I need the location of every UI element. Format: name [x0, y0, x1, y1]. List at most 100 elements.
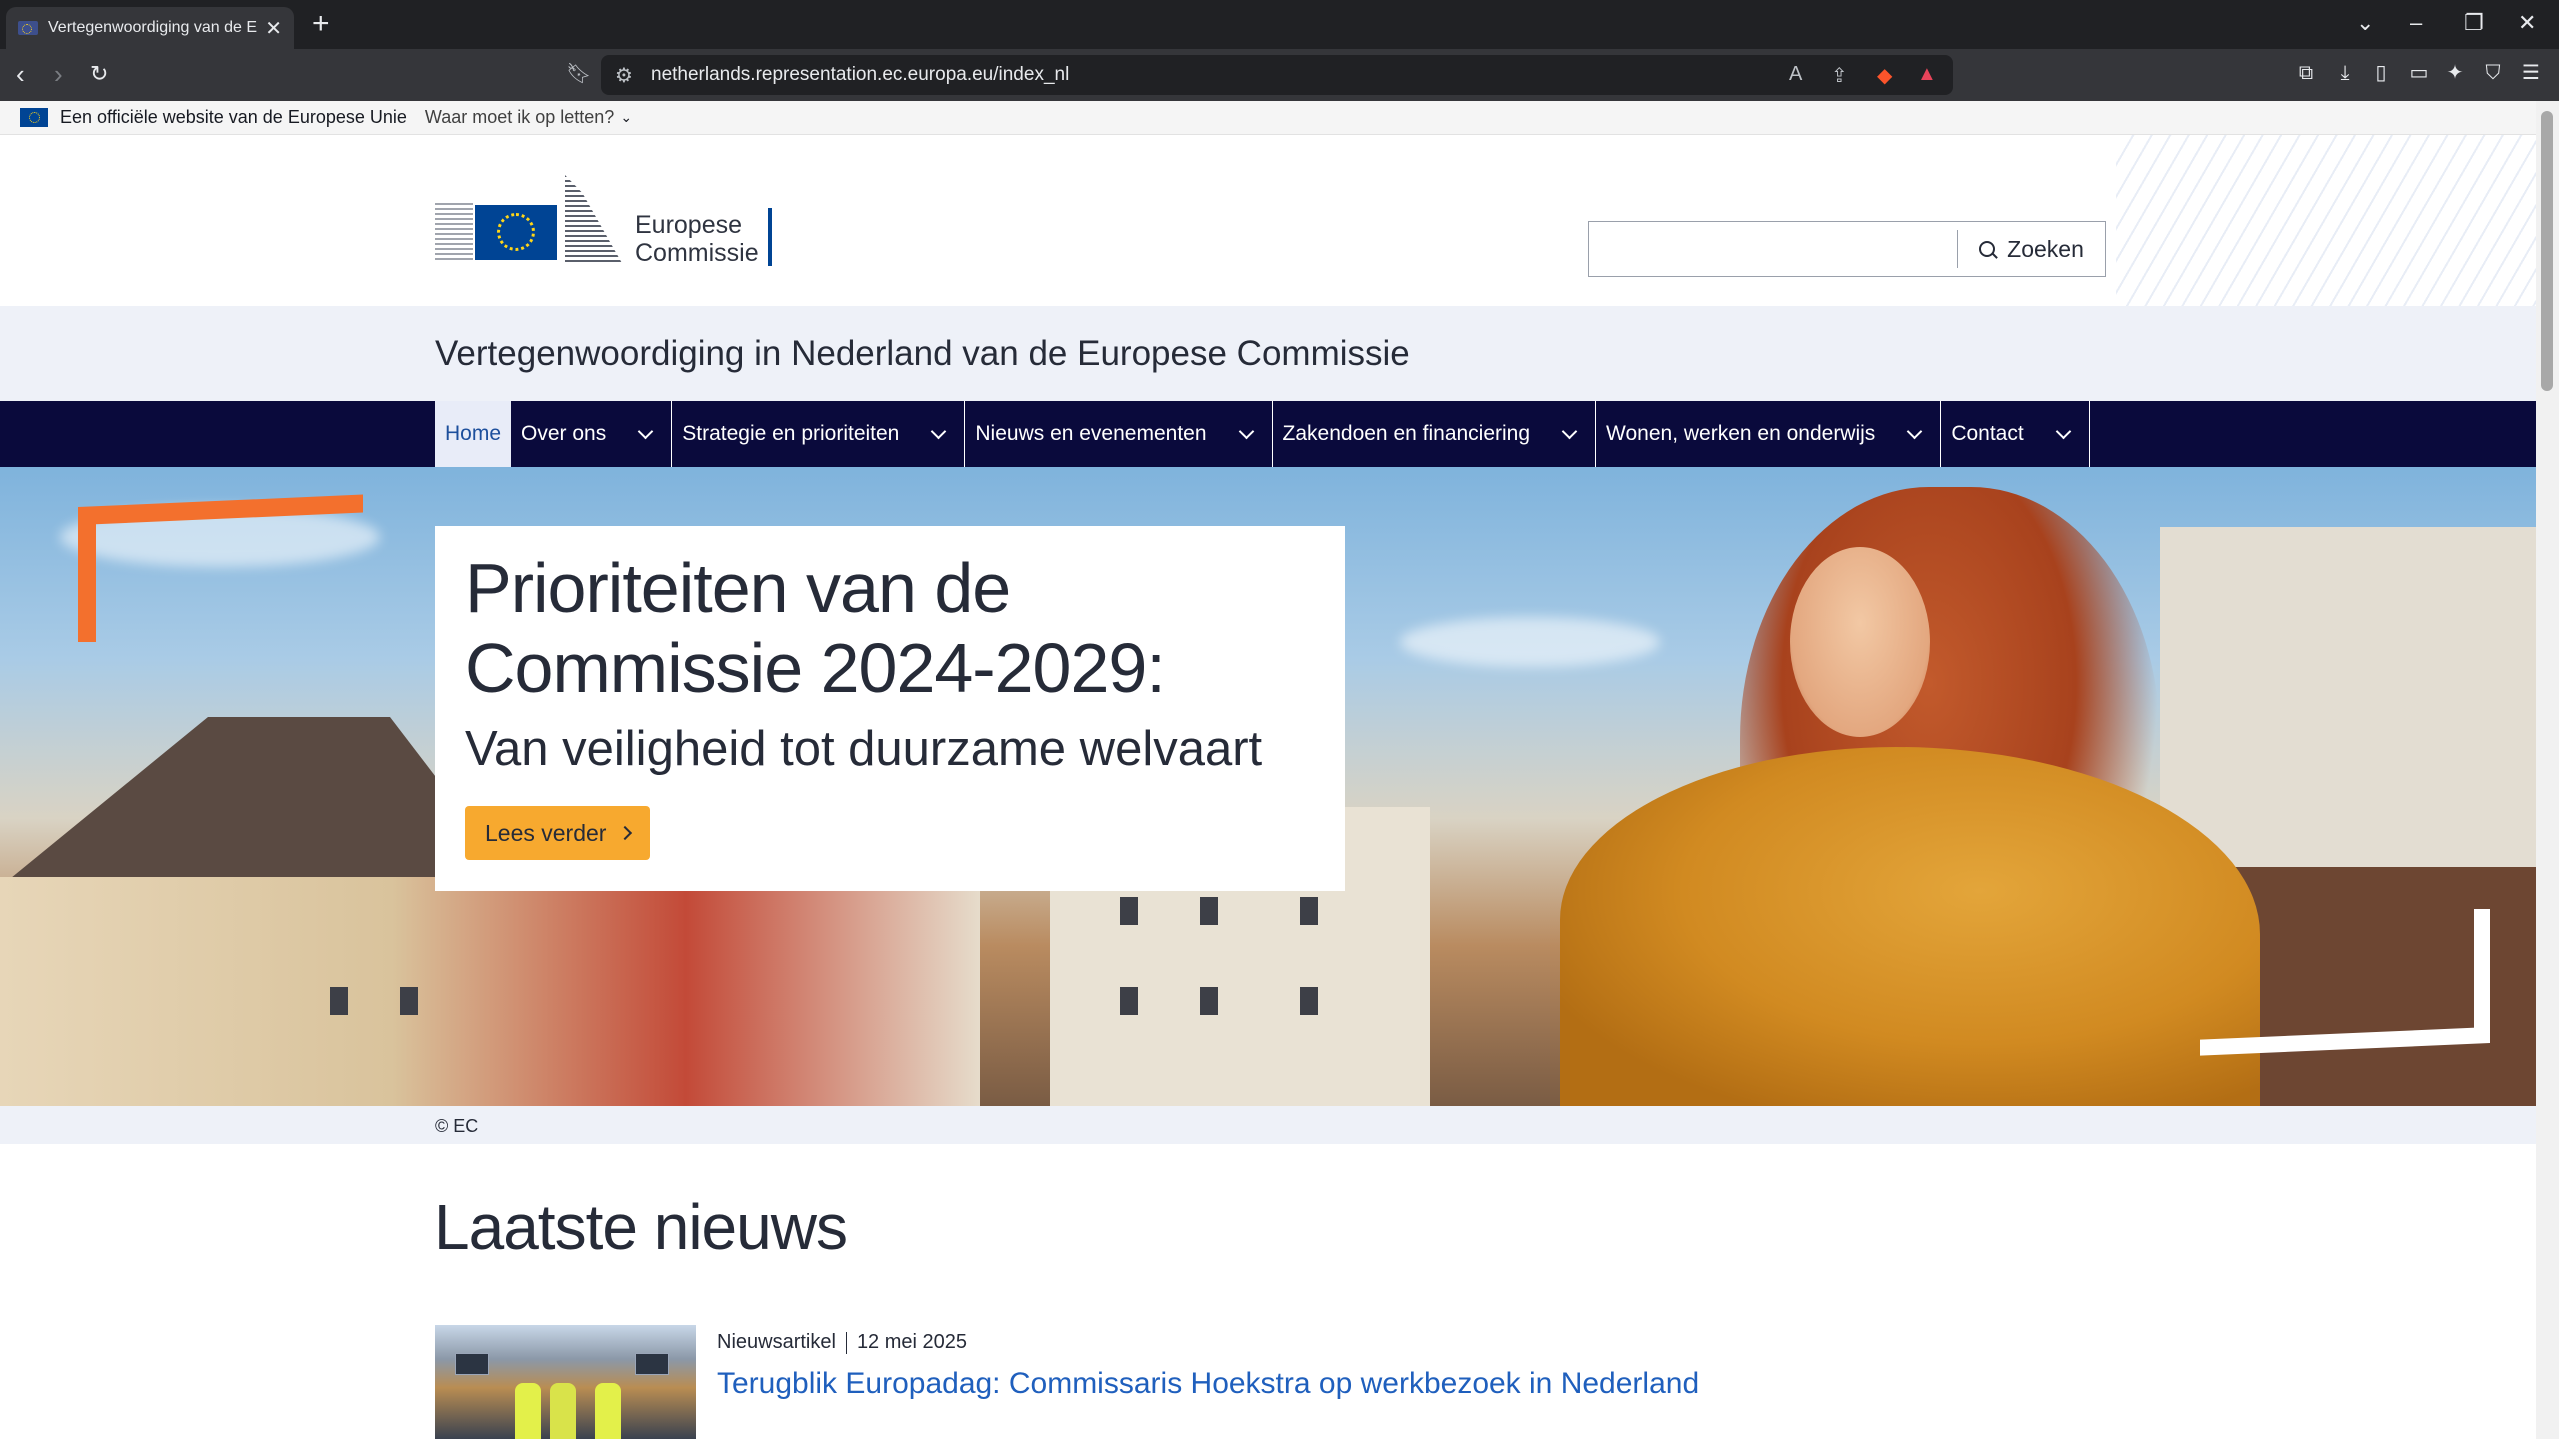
chevron-down-icon[interactable] [637, 423, 654, 439]
logo-lines-left [435, 203, 473, 261]
nav-label: Zakendoen en financiering [1282, 422, 1531, 445]
site-info-icon[interactable]: ⚙︎ [615, 63, 633, 88]
sidebar-icon[interactable]: ▯ [2370, 62, 2392, 84]
cloud [1400, 617, 1660, 667]
chevron-down-icon[interactable] [1238, 423, 1254, 439]
nav-label: Contact [1951, 422, 2024, 445]
tab-close-icon[interactable]: ✕ [265, 16, 282, 41]
search-button[interactable]: Zoeken [1957, 230, 2105, 268]
new-tab-button[interactable]: + [312, 8, 330, 40]
header-decoration [2116, 135, 2536, 306]
nav-item-contact[interactable]: Contact [1941, 401, 2090, 467]
bookmark-icon[interactable]: 🔖︎ [566, 61, 591, 86]
logo-line-2: Commissie [635, 239, 759, 267]
window [1120, 897, 1138, 925]
woman-face [1790, 547, 1930, 737]
address-bar[interactable]: ⚙︎ netherlands.representation.ec.europa.… [601, 55, 1953, 95]
eu-flag-icon [20, 108, 48, 127]
chevron-down-icon[interactable] [2055, 423, 2071, 439]
nav-label: Strategie en prioriteiten [682, 422, 900, 445]
wallet-icon[interactable]: ▭ [2408, 62, 2430, 84]
logo-line-1: Europese [635, 211, 743, 239]
european-commission-logo[interactable]: Europese Commissie [435, 175, 775, 275]
chevron-down-icon[interactable] [931, 423, 947, 439]
share-icon[interactable]: ⇪ [1831, 63, 1848, 88]
window-close-icon[interactable]: ✕ [2518, 10, 2536, 36]
site-header: Europese Commissie Zoeken [0, 135, 2536, 306]
nav-item-nieuws[interactable]: Nieuws en evenementen [965, 401, 1273, 467]
browser-tab[interactable]: Vertegenwoordiging van de Eu ✕ [6, 7, 294, 49]
thumb-person [595, 1383, 621, 1439]
chevron-down-icon[interactable] [1561, 423, 1578, 439]
read-more-label: Lees verder [485, 819, 607, 846]
brave-shield-icon[interactable]: ◆ [1877, 63, 1892, 88]
logo-divider [768, 208, 772, 266]
building-row [0, 877, 980, 1106]
window [1300, 987, 1318, 1015]
restore-icon[interactable]: ❐ [2464, 10, 2484, 36]
site-name-bar: Vertegenwoordiging in Nederland van de E… [0, 306, 2536, 401]
scrollbar-thumb[interactable] [2541, 111, 2553, 391]
window [1200, 897, 1218, 925]
news-list-item: Nieuwsartikel 12 mei 2025 Terugblik Euro… [435, 1325, 2435, 1439]
thumb-person [550, 1383, 576, 1439]
meta-divider [845, 1331, 847, 1354]
minimize-icon[interactable]: – [2410, 10, 2422, 36]
news-title-link[interactable]: Terugblik Europadag: Commissaris Hoekstr… [717, 1367, 1699, 1401]
nav-label: Nieuws en evenementen [975, 422, 1207, 445]
tab-search-chevron-icon[interactable]: ⌄ [2356, 10, 2374, 36]
hero-title-line-1: Prioriteiten van de [465, 549, 1011, 627]
site-name[interactable]: Vertegenwoordiging in Nederland van de E… [435, 334, 1410, 374]
page-scrollbar[interactable] [2536, 101, 2559, 1439]
eu-official-banner: Een officiële website van de Europese Un… [0, 101, 2536, 135]
nav-item-zakendoen[interactable]: Zakendoen en financiering [1273, 401, 1597, 467]
eu-favicon-icon [18, 21, 38, 35]
search-icon [1979, 241, 1996, 257]
chevron-down-icon[interactable]: ⌄ [620, 109, 632, 126]
search-input[interactable] [1589, 222, 1957, 276]
extensions-icon[interactable]: ⧉ [2295, 62, 2317, 84]
search-form: Zoeken [1588, 221, 2106, 277]
eu-stars-icon [497, 213, 535, 251]
window [400, 987, 418, 1015]
hero-banner: Prioriteiten van de Commissie 2024-2029:… [0, 467, 2536, 1106]
news-meta: Nieuwsartikel 12 mei 2025 [717, 1331, 967, 1354]
menu-icon[interactable]: ☰ [2520, 62, 2542, 84]
brave-rewards-icon[interactable]: ▲ [1917, 63, 1937, 86]
logo-text: Europese Commissie [635, 211, 759, 267]
back-icon[interactable]: ‹ [16, 59, 25, 89]
thumb-screen [635, 1353, 669, 1375]
nav-label: Wonen, werken en onderwijs [1606, 422, 1876, 445]
main-navigation: Home Over ons Strategie en prioriteiten … [0, 401, 2536, 467]
nav-item-strategie[interactable]: Strategie en prioriteiten [672, 401, 966, 467]
chevron-down-icon[interactable] [1907, 423, 1923, 439]
image-credit: © EC [435, 1116, 479, 1136]
news-date: 12 mei 2025 [856, 1331, 968, 1353]
download-icon[interactable]: ⤓ [2334, 62, 2356, 84]
thumb-screen [455, 1353, 489, 1375]
hero-subtitle: Van veiligheid tot duurzame welvaart [465, 722, 1263, 776]
read-more-button[interactable]: Lees verder [465, 806, 651, 860]
translate-icon[interactable]: A [1789, 63, 1802, 86]
white-bracket-decoration [2200, 909, 2490, 1059]
nav-item-wonen[interactable]: Wonen, werken en onderwijs [1596, 401, 1942, 467]
window [1120, 987, 1138, 1015]
browser-toolbar: ‹ › ↻ 🔖︎ ⚙︎ netherlands.representation.e… [0, 49, 2559, 101]
chevron-right-icon [618, 825, 633, 841]
reload-icon[interactable]: ↻ [90, 59, 108, 89]
hero-title: Prioriteiten van de Commissie 2024-2029: [465, 548, 1315, 708]
news-thumbnail[interactable] [435, 1325, 696, 1439]
nav-item-home[interactable]: Home [435, 401, 512, 467]
nav-item-over-ons[interactable]: Over ons [511, 401, 673, 467]
how-to-check-link[interactable]: Waar moet ik op letten? [425, 107, 614, 128]
official-website-text: Een officiële website van de Europese Un… [60, 107, 407, 127]
leo-ai-icon[interactable]: ✦ [2444, 62, 2466, 84]
forward-icon[interactable]: › [54, 59, 63, 89]
nav-label: Home [445, 422, 502, 445]
window [1200, 987, 1218, 1015]
browser-tab-bar: Vertegenwoordiging van de Eu ✕ + ⌄ – ❐ ✕ [0, 0, 2559, 49]
image-credit-bar: © EC [0, 1106, 2536, 1144]
search-button-label: Zoeken [2007, 235, 2084, 262]
nav-label: Over ons [521, 422, 607, 445]
vpn-icon[interactable]: ⛉ [2482, 62, 2504, 84]
